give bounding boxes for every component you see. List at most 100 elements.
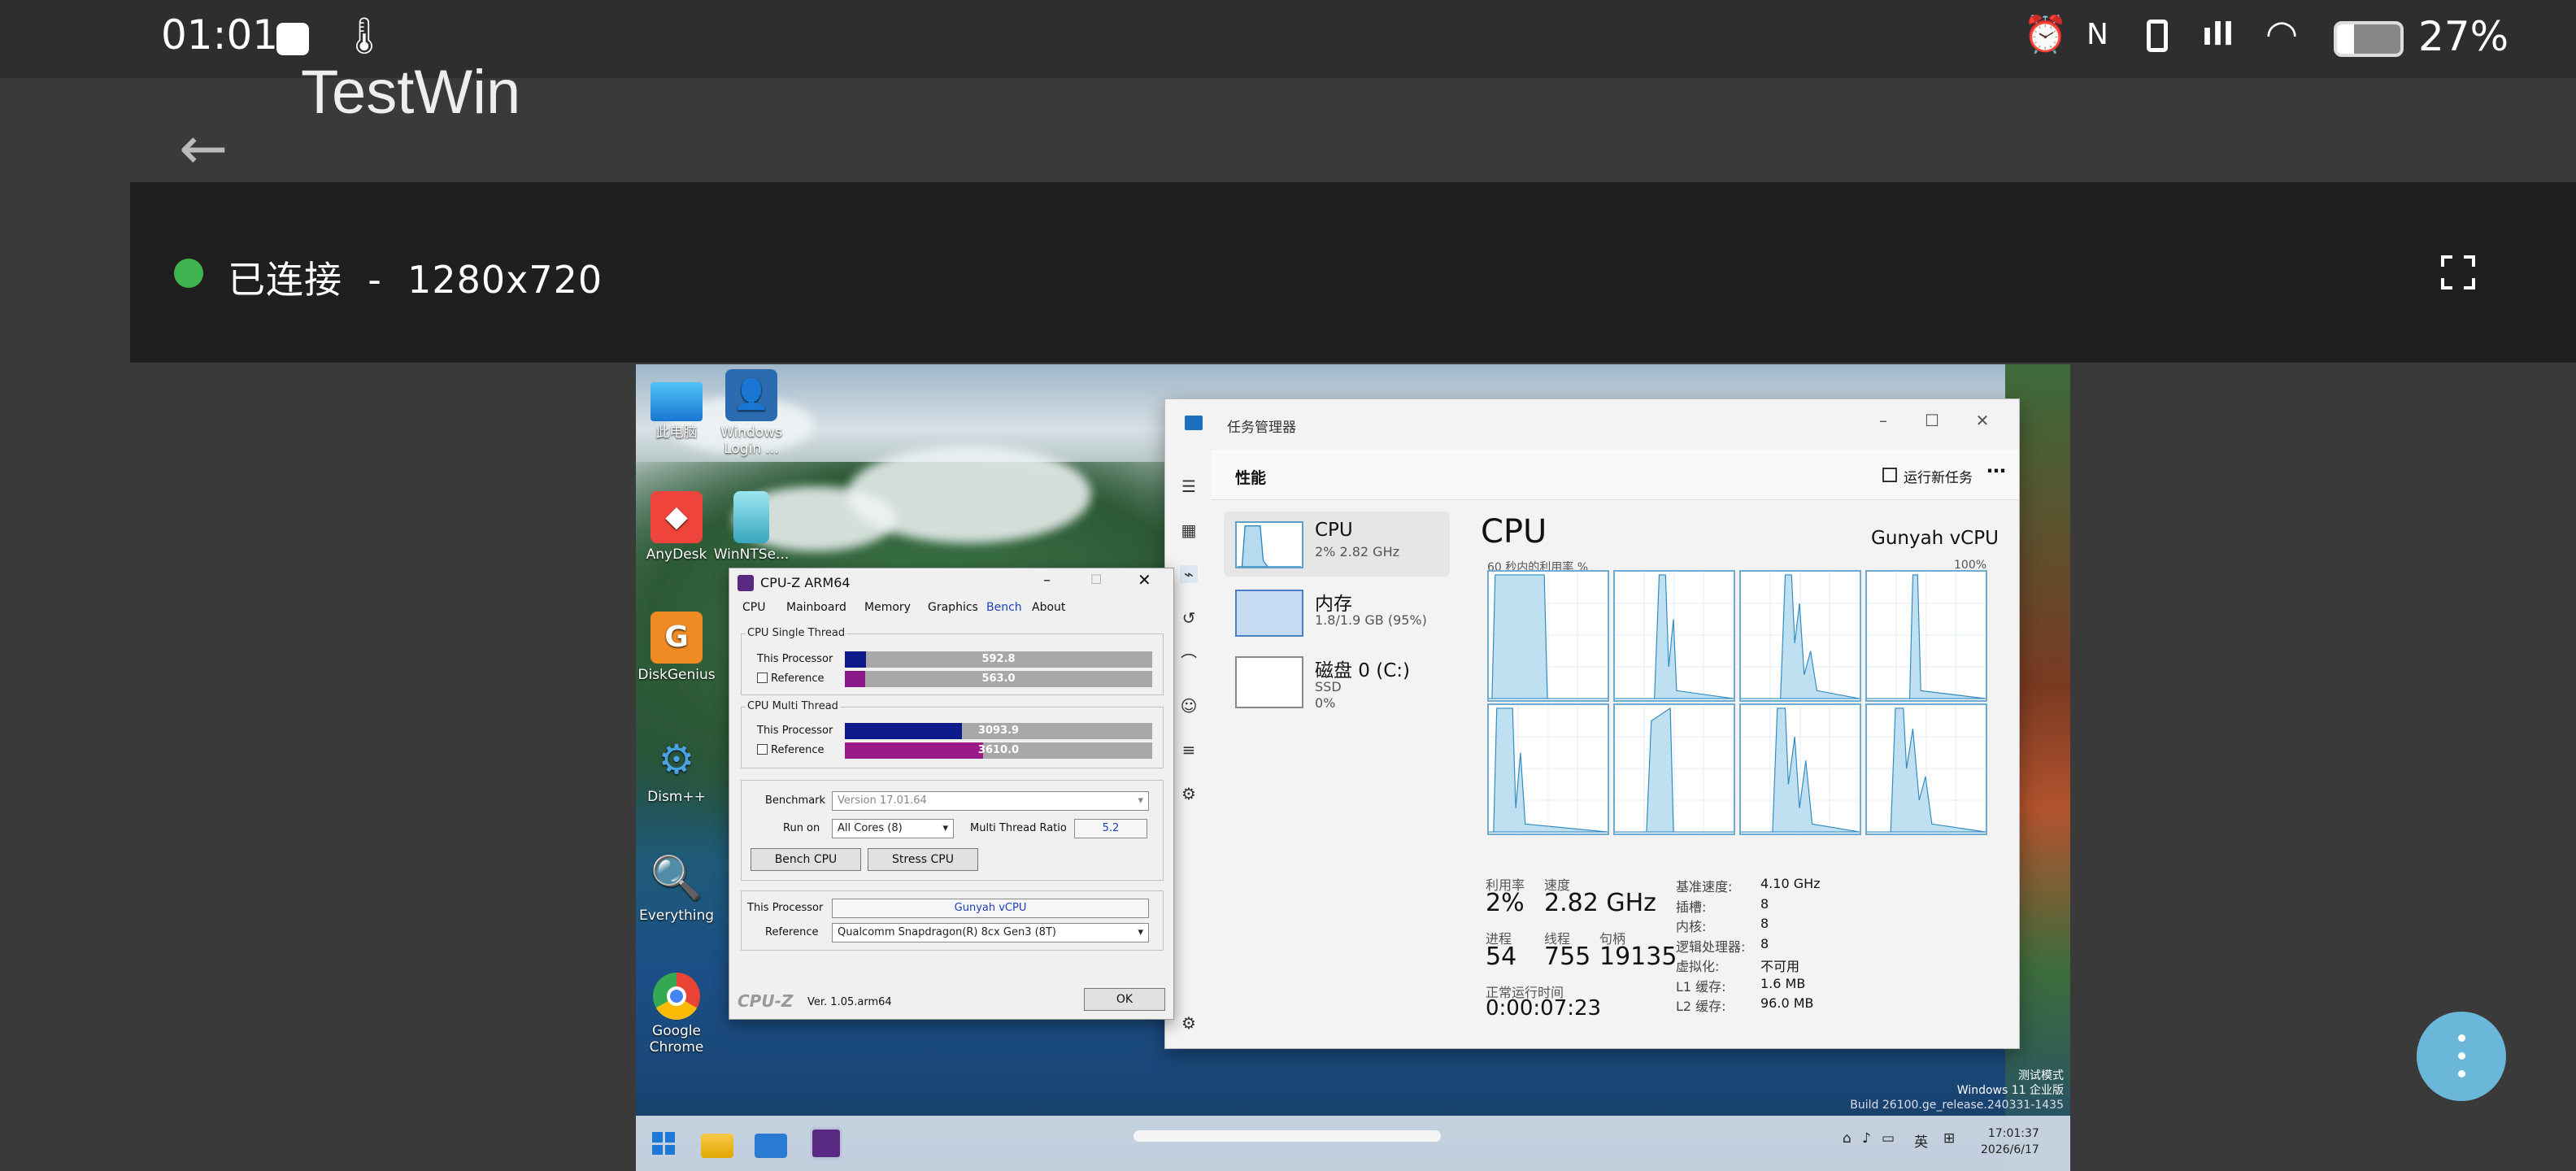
tm-item-sub: 2% 2.82 GHz xyxy=(1315,544,1400,559)
tab-bench[interactable]: Bench xyxy=(986,601,1022,614)
tab-cpu[interactable]: CPU xyxy=(742,601,765,614)
users-icon: 👤 xyxy=(725,369,777,421)
diskgenius-icon: G xyxy=(651,612,703,664)
back-arrow-icon[interactable]: ← xyxy=(179,119,228,177)
desktop-icon-winntsetup[interactable]: WinNTSe... xyxy=(711,491,792,563)
multi-this-value: 3093.9 xyxy=(977,725,1020,737)
connection-resolution: 1280x720 xyxy=(407,258,603,302)
cpu-info-value: 8 xyxy=(1760,895,1769,912)
ok-button[interactable]: OK xyxy=(1084,988,1165,1011)
this-processor-value: Gunyah vCPU xyxy=(954,902,1027,914)
users-icon[interactable]: ☺ xyxy=(1180,697,1198,715)
processes-icon[interactable]: ▦ xyxy=(1180,521,1198,539)
more-options-icon[interactable]: ⋯ xyxy=(1986,459,2006,482)
this-processor-label: This Processor xyxy=(747,902,824,914)
tray-clock[interactable]: 17:01:37 2026/6/17 xyxy=(1981,1125,2039,1158)
run-on-select[interactable]: All Cores (8) ▾ xyxy=(832,819,954,838)
task-manager-window[interactable]: 任务管理器 – ☐ ✕ ☰ ▦ ⌁ ↺ ⌒ ☺ ≡ ⚙ ⚙ 性能 运行新任务 ⋯… xyxy=(1164,398,2020,1049)
monitor-icon xyxy=(651,382,703,421)
single-ref-bar: 563.0 xyxy=(845,671,1152,687)
cpuz-window[interactable]: CPU-Z ARM64 – ☐ ✕ CPU Mainboard Memory G… xyxy=(729,568,1174,1020)
reference-checkbox[interactable] xyxy=(757,673,768,683)
tm-item-sub2: 0% xyxy=(1315,695,1336,711)
startup-icon[interactable]: ⌒ xyxy=(1180,653,1198,671)
desktop-icon-anydesk[interactable]: ◆ AnyDesk xyxy=(636,491,717,563)
tab-mainboard[interactable]: Mainboard xyxy=(786,601,846,614)
windows-watermark: 测试模式 Windows 11 企业版 Build 26100.ge_relea… xyxy=(1850,1069,2064,1112)
connected-dot-icon xyxy=(174,259,203,288)
details-icon[interactable]: ≡ xyxy=(1180,741,1198,759)
tm-item-name: 内存 xyxy=(1315,594,1352,615)
cpuz-title: CPU-Z ARM64 xyxy=(760,575,851,590)
history-icon[interactable]: ↺ xyxy=(1180,609,1198,627)
cpu-model-name: Gunyah vCPU xyxy=(1871,528,1999,549)
desktop-icon-everything[interactable]: 🔍 Everything xyxy=(636,852,717,924)
reference-value: Qualcomm Snapdragon(R) 8cx Gen3 (8T) xyxy=(838,926,1056,938)
home-gesture-bar[interactable] xyxy=(1134,1130,1441,1142)
windows-start-icon[interactable] xyxy=(647,1127,680,1160)
cpu-core-graph xyxy=(1487,570,1609,702)
fullscreen-icon[interactable] xyxy=(2441,255,2475,289)
battery-percent: 27% xyxy=(2418,13,2509,60)
tm-title: 任务管理器 xyxy=(1227,420,1296,436)
desktop-icon-windows-login[interactable]: 👤 Windows Login ... xyxy=(711,369,792,457)
dropdown-arrow-icon: ▾ xyxy=(1138,926,1143,938)
multi-ref-value: 3610.0 xyxy=(977,744,1020,756)
tray-keyboard-icon[interactable]: ⊞ xyxy=(1943,1130,1955,1147)
hamburger-icon[interactable]: ☰ xyxy=(1180,477,1198,495)
reference-select[interactable]: Qualcomm Snapdragon(R) 8cx Gen3 (8T) ▾ xyxy=(832,923,1149,942)
more-actions-button[interactable] xyxy=(2417,1012,2506,1101)
this-processor-box: Gunyah vCPU xyxy=(832,899,1149,918)
reference-checkbox[interactable] xyxy=(757,744,768,755)
maximize-icon[interactable]: ☐ xyxy=(1090,572,1102,587)
desktop-icon-dism[interactable]: ⚙ Dism++ xyxy=(636,734,717,805)
battery-icon xyxy=(2334,21,2404,57)
desktop-icon-label: 此电脑 xyxy=(655,424,698,441)
cpu-core-graph xyxy=(1739,570,1861,702)
desktop-icon-diskgenius[interactable]: G DiskGenius xyxy=(636,612,717,683)
stress-cpu-button[interactable]: Stress CPU xyxy=(868,848,978,871)
cpu-info-value: 96.0 MB xyxy=(1760,995,1814,1011)
close-icon[interactable]: ✕ xyxy=(1970,411,1995,430)
settings-icon[interactable]: ⚙ xyxy=(1180,1014,1198,1032)
file-explorer-icon[interactable] xyxy=(701,1134,733,1158)
tm-section-title: 性能 xyxy=(1235,469,1267,487)
desktop-icon-this-pc[interactable]: 此电脑 xyxy=(636,376,717,441)
desktop-icon-chrome[interactable]: Google Chrome xyxy=(636,973,717,1056)
dropdown-arrow-icon: ▾ xyxy=(942,822,948,834)
cpu-core-graph xyxy=(1613,570,1735,702)
tab-about[interactable]: About xyxy=(1032,601,1065,614)
maximize-icon[interactable]: ☐ xyxy=(1920,411,1944,430)
cpu-info-key: 插槽: xyxy=(1676,899,1707,915)
tab-memory[interactable]: Memory xyxy=(864,601,911,614)
run-new-task-button[interactable]: 运行新任务 xyxy=(1904,466,1973,486)
watermark-line: Windows 11 企业版 xyxy=(1956,1084,2064,1097)
run-task-icon xyxy=(1882,468,1897,482)
tm-item-cpu[interactable]: CPU 2% 2.82 GHz xyxy=(1224,511,1450,577)
minimize-icon[interactable]: – xyxy=(1871,411,1895,430)
tm-titlebar[interactable]: 任务管理器 – ☐ ✕ xyxy=(1165,399,2019,450)
bench-cpu-button[interactable]: Bench CPU xyxy=(751,848,861,871)
cpu-info-value: 不可用 xyxy=(1760,959,1800,974)
setup-icon xyxy=(733,491,769,543)
single-ref-label: Reference xyxy=(757,673,824,685)
minimize-icon[interactable]: – xyxy=(1043,572,1051,589)
tray-time: 17:01:37 xyxy=(1987,1127,2039,1140)
cpuz-taskbar-icon[interactable] xyxy=(810,1127,842,1160)
close-icon[interactable]: ✕ xyxy=(1138,570,1151,590)
tab-graphics[interactable]: Graphics xyxy=(928,601,978,614)
watermark-line: Build 26100.ge_release.240331-1435 xyxy=(1850,1099,2064,1112)
services-icon[interactable]: ⚙ xyxy=(1180,785,1198,803)
dropdown-arrow-icon: ▾ xyxy=(1138,794,1143,807)
tm-item-memory[interactable]: 内存 1.8/1.9 GB (95%) xyxy=(1224,580,1450,645)
task-manager-taskbar-icon[interactable] xyxy=(755,1134,787,1158)
tray-lang[interactable]: 英 xyxy=(1914,1130,1928,1151)
tm-item-disk[interactable]: 磁盘 0 (C:) SSD 0% xyxy=(1224,646,1450,725)
tray-battery-icon[interactable]: ▭ xyxy=(1882,1130,1895,1147)
benchmark-select[interactable]: Version 17.01.64 ▾ xyxy=(832,791,1149,811)
tray-sound-icon[interactable]: ♪ xyxy=(1862,1130,1871,1147)
remote-desktop[interactable]: 此电脑 👤 Windows Login ... ◆ AnyDesk WinNTS… xyxy=(636,364,2070,1171)
cpu-info-key: L2 缓存: xyxy=(1676,999,1726,1014)
performance-icon[interactable]: ⌁ xyxy=(1180,565,1198,583)
tray-network-icon[interactable]: ⌂ xyxy=(1843,1130,1852,1147)
